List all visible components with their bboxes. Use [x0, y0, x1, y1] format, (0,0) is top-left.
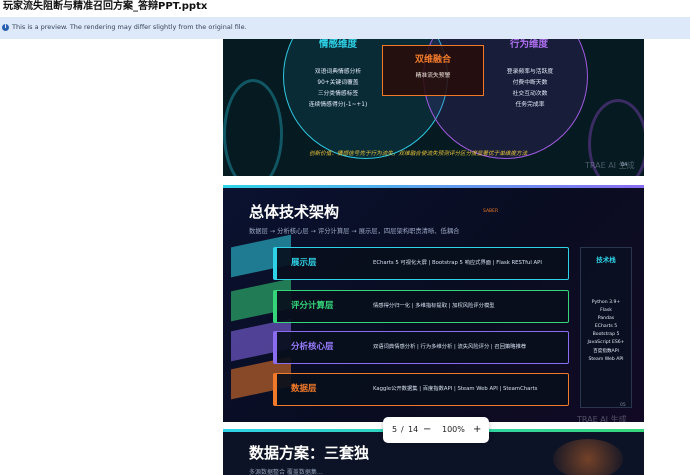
tech-stack-title: 技术栈 [596, 256, 616, 264]
layer-scoring: 评分计算层 情感得分归一化 | 多维指标提取 | 加权风险评分模型 [273, 290, 569, 323]
tech-item: ECharts 5 [594, 324, 618, 330]
page-number: 05 [620, 403, 626, 408]
behavior-item: 社交互动次数 [512, 91, 548, 97]
current-page: 5 [392, 425, 398, 434]
layer-analysis: 分析核心层 双语词典情感分析 | 行为多维分析 | 流失风险评分 | 召回策略推… [273, 331, 569, 364]
layer-name: 分析核心层 [291, 342, 334, 352]
title-bar: 玩家流失阻断与精准召回方案_答辩PPT.pptx [0, 0, 690, 17]
zoom-out-button[interactable]: − [423, 417, 431, 443]
layer-desc: ECharts 5 可视化大屏 | Bootstrap 5 响应式界面 | Fl… [373, 260, 542, 266]
layer-desc: Kaggle公开数据集 | 百度指数API | Steam Web API | … [373, 386, 538, 392]
layer-data: 数据层 Kaggle公开数据集 | 百度指数API | Steam Web AP… [273, 373, 569, 406]
fusion-title: 双维融合 [414, 55, 451, 65]
document-viewer[interactable]: 情感维度 双语词典情感分析 90+关键词覆盖 三分类情感标签 连续情感得分(-1… [0, 39, 690, 475]
watermark: TRAE AI 生成 [577, 415, 627, 422]
emotion-item: 90+关键词覆盖 [317, 80, 359, 86]
tech-item: Python 3.9+ [591, 300, 621, 305]
layer-desc: 双语词典情感分析 | 行为多维分析 | 流失风险评分 | 召回策略推荐 [373, 344, 527, 350]
total-pages: 14 [408, 425, 419, 434]
emotion-item: 三分类情感标签 [317, 91, 359, 97]
helix-decoration [223, 79, 283, 176]
tech-item: JavaScript ES6+ [587, 340, 625, 346]
layer-desc: 情感得分归一化 | 多维指标提取 | 加权风险评分模型 [373, 303, 495, 309]
emotion-item: 双语词典情感分析 [314, 69, 362, 75]
slide-subtitle: 数据层 → 分析核心层 → 评分计算层 → 展示层，四层架构职责清晰、低耦合 [249, 228, 460, 235]
tech-item: Steam Web API [588, 356, 624, 362]
layer-presentation: 展示层 ECharts 5 可视化大屏 | Bootstrap 5 响应式界面 … [273, 247, 569, 280]
behavior-item: 登录频率与活跃度 [506, 69, 554, 75]
tech-item: Bootstrap 5 [592, 332, 620, 338]
zoom-level[interactable]: 100% [442, 417, 465, 443]
slide-title: 数据方案：三套独 [249, 444, 370, 462]
slide-5[interactable]: 总体技术架构 数据层 → 分析核心层 → 评分计算层 → 展示层，四层架构职责清… [223, 185, 644, 422]
layer-name: 展示层 [291, 258, 317, 268]
emotion-item: 连续情感得分(-1~+1) [308, 102, 368, 108]
zoom-in-button[interactable]: + [473, 417, 481, 443]
preview-banner: i This is a preview. The rendering may d… [0, 17, 690, 39]
behavior-item: 付费中断天数 [512, 80, 548, 86]
innovation-footnote: 创新价值：情感信号先于行为流失，双维融合使流失预测评分区分度显著优于单维度方法 [309, 151, 528, 157]
page-separator: / [401, 425, 404, 434]
tech-item: Flask [600, 308, 612, 314]
tech-stack-panel: 技术栈 Python 3.9+ Flask Pandas ECharts 5 B… [580, 247, 632, 408]
window-title: 玩家流失阻断与精准召回方案_答辩PPT.pptx [3, 1, 208, 12]
tech-item: 百度指数API [593, 348, 619, 354]
behavior-item: 任务完成率 [515, 102, 545, 108]
info-icon: i [2, 24, 9, 31]
top-accent [223, 185, 644, 188]
slide-title: 总体技术架构 [249, 203, 340, 221]
preview-message: This is a preview. The rendering may dif… [12, 23, 247, 31]
emotion-title: 情感维度 [318, 39, 357, 50]
behavior-title: 行为维度 [509, 39, 548, 50]
layer-name: 数据层 [291, 384, 317, 394]
layer-name: 评分计算层 [291, 301, 334, 311]
page-zoom-toolbar: 5 / 14 − 100% + [383, 417, 489, 443]
slide-4[interactable]: 情感维度 双语词典情感分析 90+关键词覆盖 三分类情感标签 连续情感得分(-1… [223, 39, 644, 176]
badge: SABER [483, 209, 499, 214]
watermark: TRAE AI 生成 [585, 161, 635, 170]
tech-item: Pandas [597, 316, 615, 322]
glow-decoration [553, 439, 623, 475]
slide-subtitle: 多源数据整合 覆盖数据集… [249, 469, 323, 475]
fusion-subtitle: 精准流失预警 [415, 73, 451, 79]
tech-stack-list: Python 3.9+ Flask Pandas ECharts 5 Boots… [581, 299, 631, 364]
fusion-box: 双维融合 精准流失预警 [382, 45, 484, 96]
